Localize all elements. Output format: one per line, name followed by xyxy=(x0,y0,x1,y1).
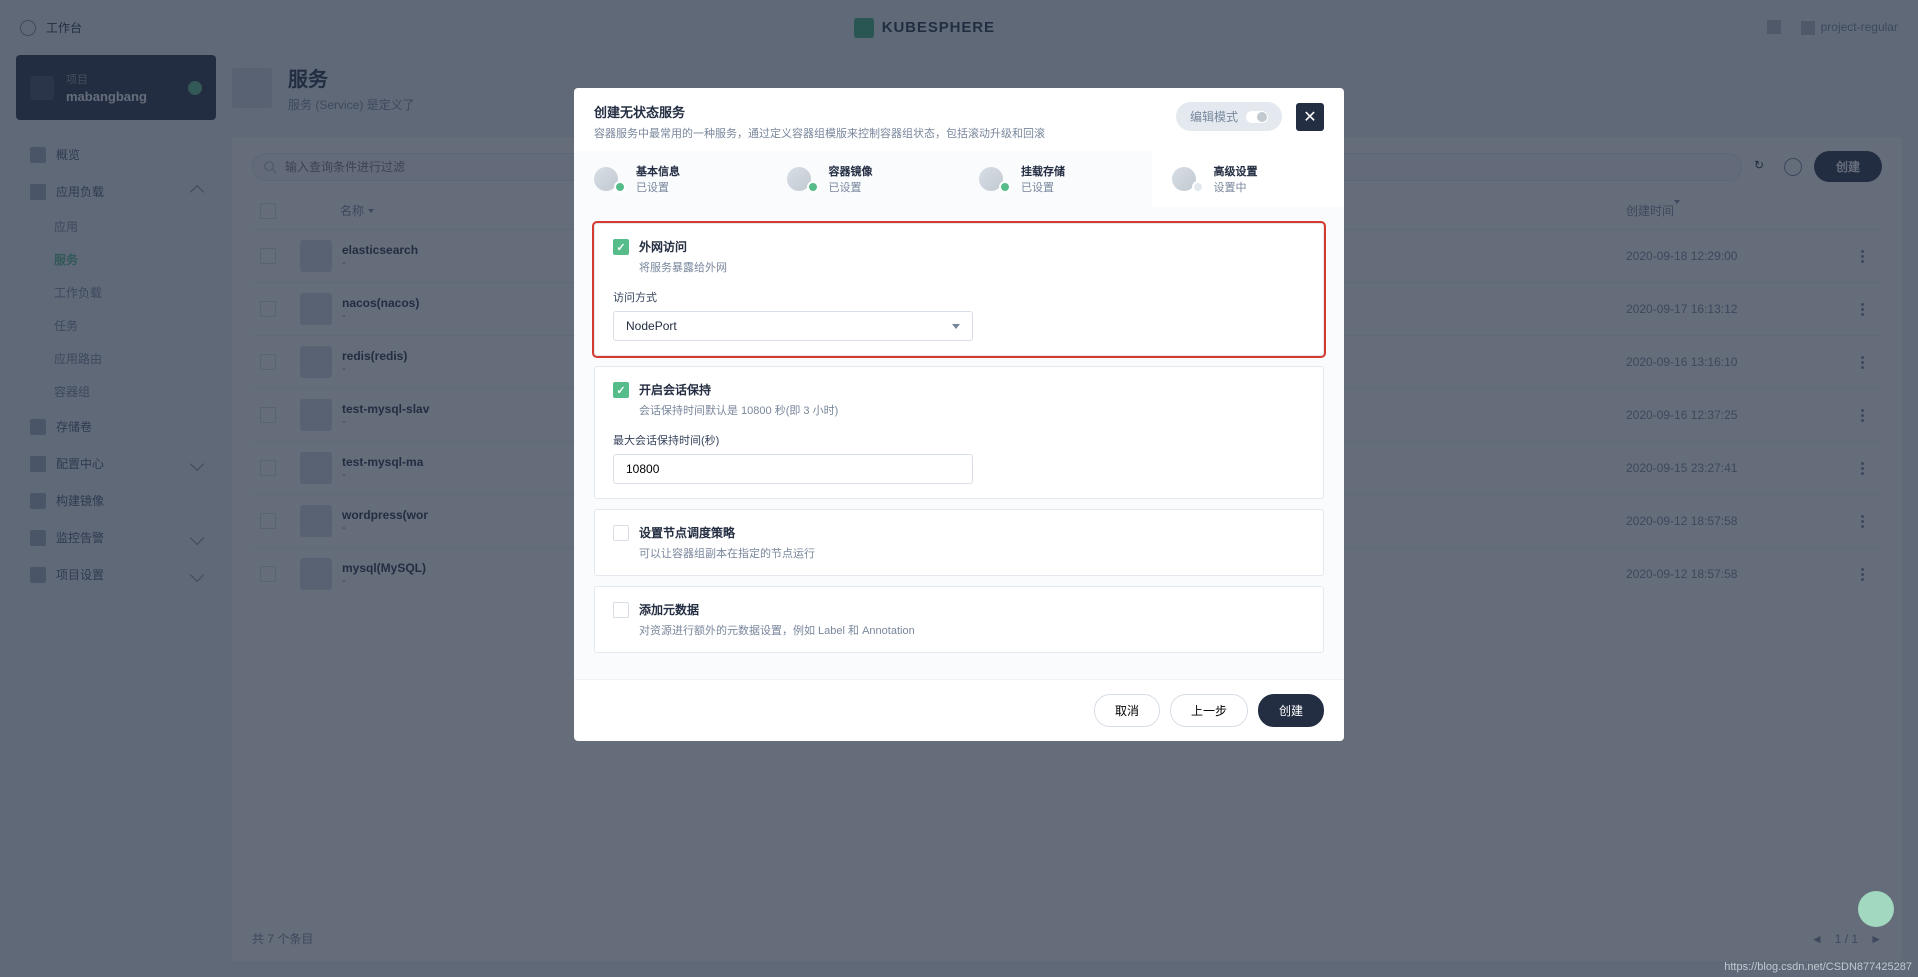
edit-mode-toggle[interactable]: 编辑模式 xyxy=(1176,102,1282,131)
scheduling-checkbox[interactable] xyxy=(613,525,629,541)
session-time-label: 最大会话保持时间(秒) xyxy=(613,432,1305,448)
external-access-title: 外网访问 xyxy=(639,238,727,255)
step-icon xyxy=(979,167,1011,191)
create-submit-button[interactable]: 创建 xyxy=(1258,694,1324,727)
session-checkbox[interactable] xyxy=(613,382,629,398)
step-tab[interactable]: 基本信息已设置 xyxy=(574,151,767,207)
step-status: 已设置 xyxy=(829,179,873,195)
external-access-desc: 将服务暴露给外网 xyxy=(639,259,727,275)
session-section: 开启会话保持 会话保持时间默认是 10800 秒(即 3 小时) 最大会话保持时… xyxy=(594,366,1324,499)
scheduling-section: 设置节点调度策略 可以让容器组副本在指定的节点运行 xyxy=(594,509,1324,576)
step-status: 设置中 xyxy=(1214,179,1258,195)
modal-body: 外网访问 将服务暴露给外网 访问方式 NodePort 开启会话保持 会话保持时… xyxy=(574,207,1344,679)
access-method-select[interactable]: NodePort xyxy=(613,311,973,341)
step-tab[interactable]: 容器镜像已设置 xyxy=(767,151,960,207)
metadata-title: 添加元数据 xyxy=(639,601,915,618)
steps-bar: 基本信息已设置 容器镜像已设置 挂载存储已设置 高级设置设置中 xyxy=(574,151,1344,207)
toggle-icon xyxy=(1246,111,1268,123)
external-access-checkbox[interactable] xyxy=(613,239,629,255)
modal-title: 创建无状态服务 xyxy=(594,102,1176,121)
watermark: https://blog.csdn.net/CSDN877425287 xyxy=(1724,961,1912,973)
close-button[interactable]: ✕ xyxy=(1296,103,1324,131)
dot-icon xyxy=(1192,181,1204,193)
step-tab[interactable]: 挂载存储已设置 xyxy=(959,151,1152,207)
check-icon xyxy=(614,181,626,193)
session-title: 开启会话保持 xyxy=(639,381,838,398)
modal-header: 创建无状态服务 容器服务中最常用的一种服务，通过定义容器组模版来控制容器组状态，… xyxy=(574,88,1344,151)
modal-overlay: 创建无状态服务 容器服务中最常用的一种服务，通过定义容器组模版来控制容器组状态，… xyxy=(0,0,1918,977)
session-time-input[interactable] xyxy=(613,454,973,484)
metadata-desc: 对资源进行额外的元数据设置，例如 Label 和 Annotation xyxy=(639,622,915,638)
check-icon xyxy=(807,181,819,193)
step-status: 已设置 xyxy=(1021,179,1065,195)
chevron-down-icon xyxy=(952,324,960,329)
metadata-checkbox[interactable] xyxy=(613,602,629,618)
metadata-section: 添加元数据 对资源进行额外的元数据设置，例如 Label 和 Annotatio… xyxy=(594,586,1324,653)
session-desc: 会话保持时间默认是 10800 秒(即 3 小时) xyxy=(639,402,838,418)
step-icon xyxy=(787,167,819,191)
step-icon xyxy=(1172,167,1204,191)
modal-subtitle: 容器服务中最常用的一种服务，通过定义容器组模版来控制容器组状态，包括滚动升级和回… xyxy=(594,125,1176,141)
create-service-modal: 创建无状态服务 容器服务中最常用的一种服务，通过定义容器组模版来控制容器组状态，… xyxy=(574,88,1344,741)
step-tab[interactable]: 高级设置设置中 xyxy=(1152,151,1345,207)
scheduling-title: 设置节点调度策略 xyxy=(639,524,815,541)
access-method-value: NodePort xyxy=(626,319,677,333)
prev-button[interactable]: 上一步 xyxy=(1170,694,1248,727)
scheduling-desc: 可以让容器组副本在指定的节点运行 xyxy=(639,545,815,561)
external-access-section: 外网访问 将服务暴露给外网 访问方式 NodePort xyxy=(594,223,1324,356)
step-icon xyxy=(594,167,626,191)
step-title: 容器镜像 xyxy=(829,163,873,179)
cancel-button[interactable]: 取消 xyxy=(1094,694,1160,727)
close-icon: ✕ xyxy=(1303,107,1316,127)
step-status: 已设置 xyxy=(636,179,680,195)
modal-footer: 取消 上一步 创建 xyxy=(574,679,1344,741)
step-title: 基本信息 xyxy=(636,163,680,179)
access-method-label: 访问方式 xyxy=(613,289,1305,305)
step-title: 高级设置 xyxy=(1214,163,1258,179)
step-title: 挂载存储 xyxy=(1021,163,1065,179)
help-float-button[interactable] xyxy=(1858,891,1894,927)
check-icon xyxy=(999,181,1011,193)
